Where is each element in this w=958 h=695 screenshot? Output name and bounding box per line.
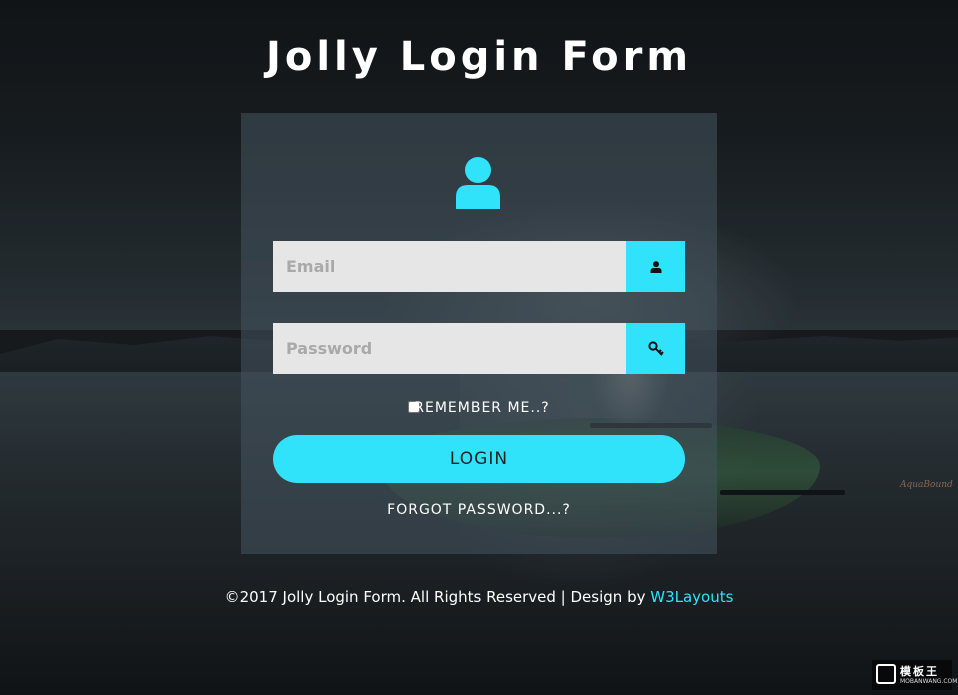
- email-field-group: [273, 241, 685, 292]
- watermark-logo-icon: [876, 664, 896, 684]
- user-icon: [650, 260, 661, 273]
- w3layouts-link[interactable]: W3Layouts: [650, 588, 733, 606]
- footer: ©2017 Jolly Login Form. All Rights Reser…: [0, 588, 958, 606]
- email-icon-button[interactable]: [626, 241, 685, 292]
- password-field-group: [273, 323, 685, 374]
- remember-me-label: REMEMBER ME..?: [414, 400, 550, 416]
- key-icon: [647, 340, 664, 356]
- page-title: Jolly Login Form: [265, 34, 693, 80]
- footer-copyright: ©2017 Jolly Login Form. All Rights Reser…: [224, 588, 651, 606]
- login-panel: REMEMBER ME..? LOGIN FORGOT PASSWORD...?: [241, 113, 717, 554]
- user-avatar-icon: [456, 157, 500, 209]
- watermark-title: 模板王: [900, 664, 939, 678]
- remember-me-row[interactable]: REMEMBER ME..?: [241, 400, 717, 416]
- email-input[interactable]: [273, 241, 626, 292]
- password-icon-button[interactable]: [626, 323, 685, 374]
- site-watermark: 模板王 MOBANWANG.COM: [872, 660, 958, 690]
- password-input[interactable]: [273, 323, 626, 374]
- forgot-password-link[interactable]: FORGOT PASSWORD...?: [241, 502, 717, 518]
- login-button[interactable]: LOGIN: [273, 435, 685, 483]
- watermark-subtitle: MOBANWANG.COM: [900, 677, 958, 685]
